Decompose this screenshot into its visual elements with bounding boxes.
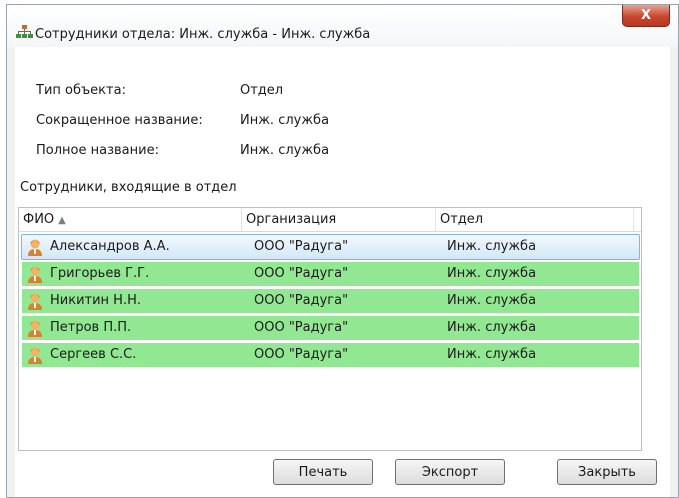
person-icon [27,346,43,364]
info-row-type: Тип объекта: Отдел [36,83,283,98]
info-value: Инж. служба [240,143,330,158]
close-button[interactable]: Закрыть [557,459,657,485]
employees-section-label: Сотрудники, входящие в отдел [20,180,237,195]
close-button-label: Закрыть [578,464,636,480]
table-row[interactable]: Никитин Н.Н. ООО "Радуга" Инж. служба [21,288,640,314]
employees-grid[interactable]: ФИО ▲ Организация Отдел Александров А.А. … [18,207,642,451]
window-close-button[interactable]: X [622,5,670,27]
column-header-name[interactable]: ФИО ▲ [19,208,242,231]
cell-dept: Инж. служба [447,266,537,281]
table-row[interactable]: Сергеев С.С. ООО "Радуга" Инж. служба [21,342,640,368]
org-structure-icon [15,24,33,40]
title-bar: Сотрудники отдела: Инж. служба - Инж. сл… [7,5,678,47]
window-title: Сотрудники отдела: Инж. служба - Инж. сл… [35,27,371,42]
info-row-short-name: Сокращенное название: Инж. служба [36,113,329,128]
column-header-label: ФИО [23,212,55,227]
table-row[interactable]: Григорьев Г.Г. ООО "Радуга" Инж. служба [21,261,640,287]
person-icon [27,265,43,283]
table-row[interactable]: Петров П.П. ООО "Радуга" Инж. служба [21,315,640,341]
info-label: Тип объекта: [36,83,126,98]
cell-name: Сергеев С.С. [50,347,137,362]
column-header-label: Организация [246,212,337,227]
cell-dept: Инж. служба [447,320,537,335]
info-value: Инж. служба [240,113,330,128]
grid-header: ФИО ▲ Организация Отдел [19,208,641,232]
info-label: Полное название: [36,143,159,158]
export-button[interactable]: Экспорт [395,459,505,485]
cell-name: Никитин Н.Н. [50,293,141,308]
info-label: Сокращенное название: [36,113,203,128]
column-header-org[interactable]: Организация [242,208,436,231]
cell-org: ООО "Радуга" [254,293,349,308]
cell-org: ООО "Радуга" [254,347,349,362]
dialog-window: Сотрудники отдела: Инж. служба - Инж. сл… [6,4,679,498]
cell-dept: Инж. служба [447,293,537,308]
cell-dept: Инж. служба [447,347,537,362]
print-button[interactable]: Печать [273,459,373,485]
export-button-label: Экспорт [421,464,479,480]
cell-name: Григорьев Г.Г. [50,266,150,281]
sort-ascending-icon: ▲ [58,215,66,226]
info-row-full-name: Полное название: Инж. служба [36,143,329,158]
column-header-dept[interactable]: Отдел [436,208,634,231]
person-icon [27,238,43,256]
dialog-content: Тип объекта: Отдел Сокращенное название: И… [15,47,670,497]
info-value: Отдел [240,83,284,98]
close-icon: X [640,8,652,23]
person-icon [27,292,43,310]
column-header-label: Отдел [440,212,484,227]
cell-org: ООО "Радуга" [254,239,349,254]
person-icon [27,319,43,337]
cell-name: Александров А.А. [50,239,170,254]
print-button-label: Печать [298,464,348,480]
cell-name: Петров П.П. [50,320,132,335]
table-row[interactable]: Александров А.А. ООО "Радуга" Инж. служб… [21,234,640,260]
cell-org: ООО "Радуга" [254,320,349,335]
cell-dept: Инж. служба [447,239,537,254]
cell-org: ООО "Радуга" [254,266,349,281]
